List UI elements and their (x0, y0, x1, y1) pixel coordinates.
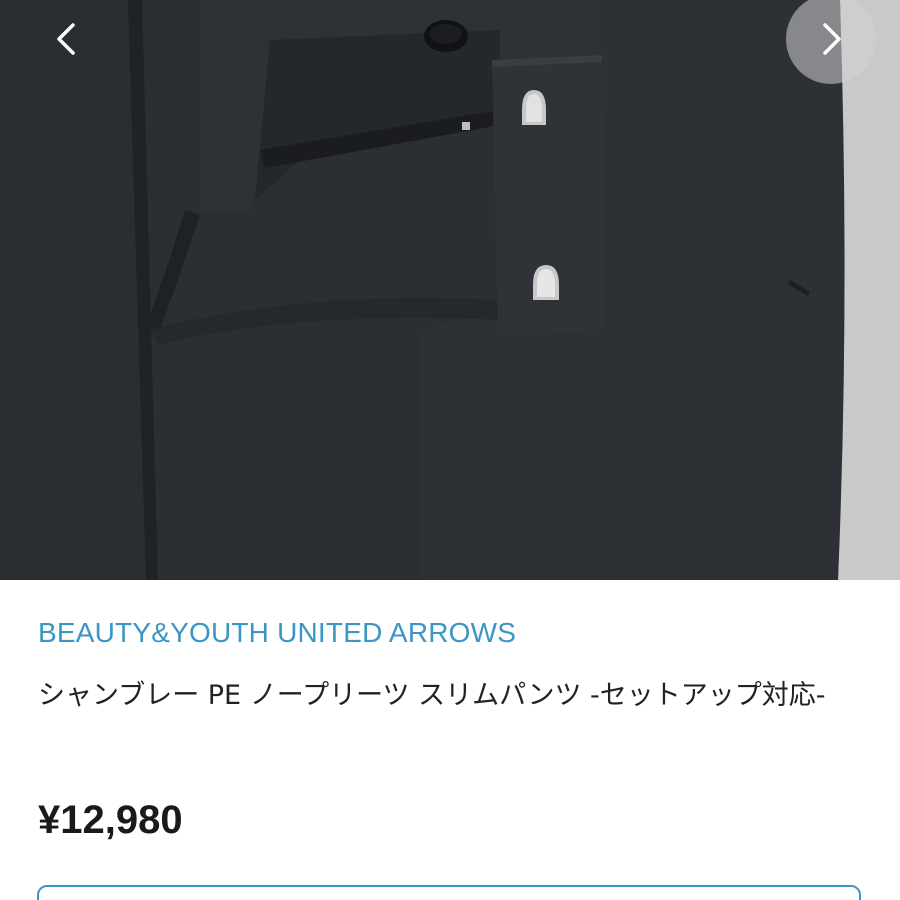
product-photo (0, 0, 900, 580)
action-button[interactable] (37, 885, 861, 900)
chevron-left-icon (57, 23, 75, 55)
chevron-right-icon (823, 23, 841, 55)
brand-link[interactable]: BEAUTY&YOUTH UNITED ARROWS (38, 617, 516, 649)
product-image-gallery[interactable] (0, 0, 900, 580)
product-title: シャンブレー PE ノープリーツ スリムパンツ -セットアップ対応- (38, 680, 826, 711)
product-price: ¥12,980 (38, 798, 183, 842)
product-info: BEAUTY&YOUTH UNITED ARROWS シャンブレー PE ノープ… (0, 580, 900, 900)
product-page: BEAUTY&YOUTH UNITED ARROWS シャンブレー PE ノープ… (0, 0, 900, 900)
